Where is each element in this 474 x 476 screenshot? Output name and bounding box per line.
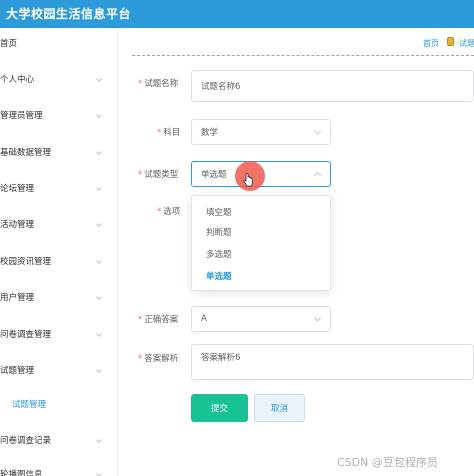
sidebar-item-base-data[interactable]: 基础数据管理 bbox=[0, 141, 118, 163]
chevron-down-icon bbox=[96, 331, 102, 337]
question-type-dropdown: 填空题 判断题 多选题 单选题 bbox=[191, 195, 331, 291]
sidebar-item-label: 试题管理 bbox=[0, 366, 35, 376]
sidebar-item-label: 基础数据管理 bbox=[0, 148, 52, 158]
sidebar-item-forum[interactable]: 论坛管理 bbox=[0, 177, 118, 199]
breadcrumb: 首页 试题 bbox=[132, 30, 474, 56]
chevron-down-icon bbox=[96, 471, 102, 476]
answer-label: * 正确答案 bbox=[138, 315, 179, 325]
type-label: * 试题类型 bbox=[138, 170, 179, 180]
breadcrumb-separator-icon bbox=[447, 37, 454, 46]
cancel-button[interactable]: 取消 bbox=[254, 394, 305, 422]
chevron-up-icon bbox=[313, 171, 322, 180]
sidebar: 首页 个人中心 管理员管理 基础数据管理 论坛管理 活动管理 校园资讯管理 用户… bbox=[0, 28, 118, 476]
dropdown-option-selected[interactable]: 单选题 bbox=[206, 270, 232, 282]
sidebar-subitem-questions[interactable]: 试题管理 bbox=[0, 393, 118, 415]
dropdown-option[interactable]: 判断题 bbox=[206, 226, 232, 238]
sidebar-item-label: 问卷调查管理 bbox=[0, 330, 52, 340]
sidebar-item-label: 管理员管理 bbox=[0, 111, 43, 121]
chevron-down-icon bbox=[313, 314, 322, 322]
dropdown-option[interactable]: 填空题 bbox=[206, 206, 232, 218]
sidebar-item-label: 试题管理 bbox=[12, 400, 47, 410]
top-bar: 大学校园生活信息平台 bbox=[0, 0, 474, 28]
chevron-down-icon bbox=[96, 221, 102, 227]
hand-cursor-icon bbox=[243, 173, 253, 187]
dropdown-option[interactable]: 多选题 bbox=[206, 248, 232, 260]
sidebar-item-label: 活动管理 bbox=[0, 220, 35, 230]
chevron-down-icon bbox=[96, 185, 102, 191]
sidebar-item-carousel[interactable]: 轮播图信息 bbox=[0, 463, 118, 476]
sidebar-item-activity[interactable]: 活动管理 bbox=[0, 213, 118, 235]
sidebar-item-survey-records[interactable]: 问卷调查记录 bbox=[0, 429, 118, 451]
sidebar-item-label: 校园资讯管理 bbox=[0, 257, 52, 267]
sidebar-item-label: 论坛管理 bbox=[0, 184, 35, 194]
answer-analysis-textarea[interactable]: 答案解析6 bbox=[191, 344, 474, 380]
chevron-down-icon bbox=[96, 258, 102, 264]
sidebar-item-home[interactable]: 首页 bbox=[0, 32, 118, 54]
sidebar-item-user[interactable]: 用户管理 bbox=[0, 286, 118, 308]
chevron-down-icon bbox=[96, 76, 102, 82]
sidebar-item-admin[interactable]: 管理员管理 bbox=[0, 104, 118, 126]
chevron-down-icon bbox=[96, 149, 102, 155]
breadcrumb-current: 试题 bbox=[459, 39, 474, 48]
chevron-down-icon bbox=[96, 112, 102, 118]
sidebar-item-label: 用户管理 bbox=[0, 293, 35, 303]
app-title: 大学校园生活信息平台 bbox=[6, 7, 132, 21]
chevron-down-icon bbox=[96, 437, 102, 443]
sidebar-item-survey[interactable]: 问卷调查管理 bbox=[0, 323, 118, 345]
chevron-down-icon bbox=[96, 294, 102, 300]
breadcrumb-home[interactable]: 首页 bbox=[423, 38, 439, 49]
watermark: CSDN @豆包程序员 bbox=[337, 456, 438, 469]
correct-answer-select[interactable]: A bbox=[191, 306, 331, 332]
subject-select[interactable]: 数学 bbox=[191, 119, 331, 145]
sidebar-item-label: 轮播图信息 bbox=[0, 470, 43, 476]
sidebar-item-label: 首页 bbox=[0, 39, 18, 49]
sidebar-item-label: 问卷调查记录 bbox=[0, 436, 52, 446]
sidebar-item-questions[interactable]: 试题管理 bbox=[0, 359, 118, 381]
sidebar-item-campus-news[interactable]: 校园资讯管理 bbox=[0, 250, 118, 272]
options-label: * 选项 bbox=[157, 207, 181, 217]
subject-label: * 科目 bbox=[157, 128, 181, 138]
sidebar-item-label: 个人中心 bbox=[0, 75, 35, 85]
chevron-down-icon bbox=[313, 127, 322, 135]
analysis-label: * 答案解析 bbox=[138, 354, 179, 364]
submit-button[interactable]: 提交 bbox=[191, 394, 248, 422]
sidebar-item-personal-center[interactable]: 个人中心 bbox=[0, 68, 118, 90]
chevron-down-icon bbox=[96, 367, 102, 373]
name-label: * 试题名称 bbox=[138, 79, 179, 89]
question-name-input[interactable]: 试题名称6 bbox=[191, 70, 474, 102]
